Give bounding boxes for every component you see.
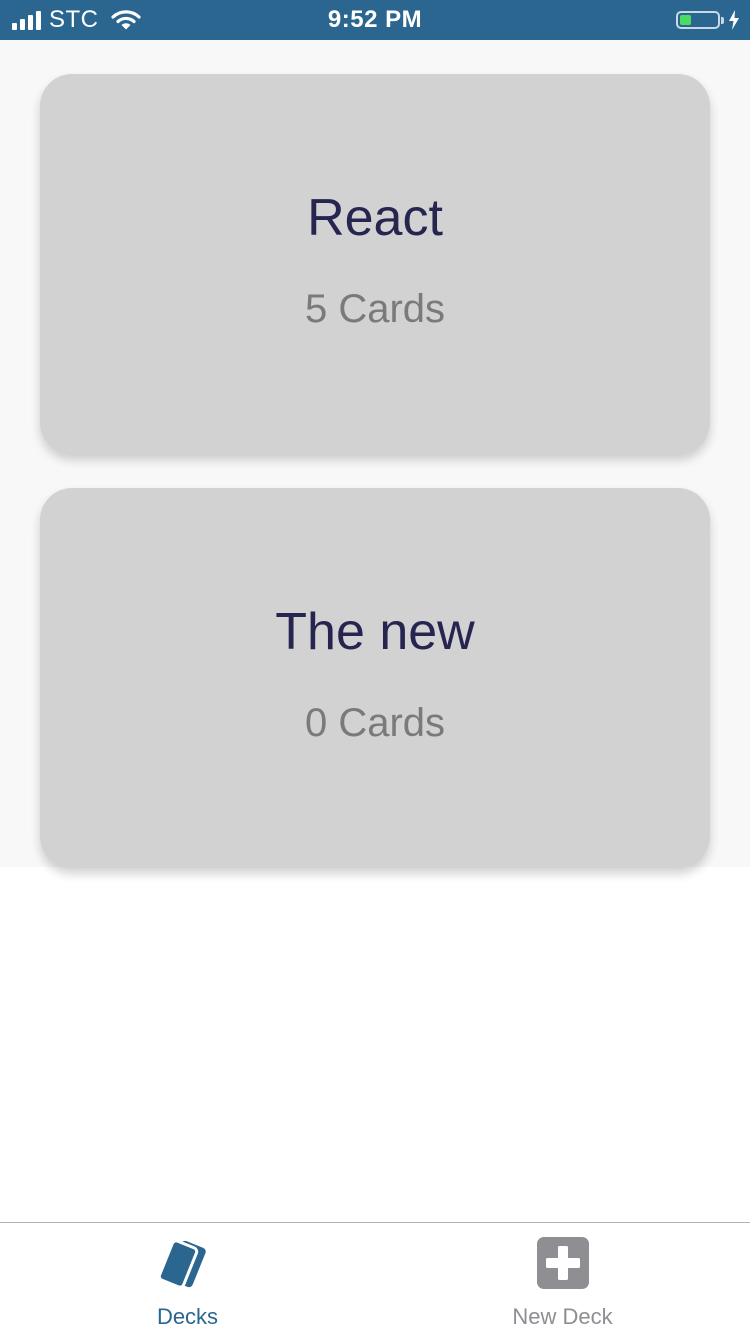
tab-decks[interactable]: Decks — [0, 1223, 375, 1334]
status-right — [676, 0, 740, 40]
tab-decks-label: Decks — [156, 1304, 219, 1329]
tab-new-deck[interactable]: New Deck — [375, 1223, 750, 1334]
tab-bar: Decks New Deck — [0, 1222, 750, 1334]
deck-card-count: 0 Cards — [304, 701, 446, 745]
deck-card[interactable]: The new 0 Cards — [40, 488, 710, 868]
status-bar: STC 9:52 PM — [0, 0, 750, 40]
deck-card[interactable]: React 5 Cards — [40, 74, 710, 454]
cards-icon — [0, 1237, 375, 1289]
status-time: 9:52 PM — [327, 6, 423, 33]
deck-list: React 5 Cards The new 0 Cards — [0, 40, 750, 868]
deck-title: The new — [275, 603, 475, 661]
plus-square-icon — [375, 1237, 750, 1289]
deck-card-count: 5 Cards — [304, 287, 446, 331]
charging-bolt-icon — [728, 10, 740, 30]
battery-level — [680, 15, 691, 25]
deck-title: React — [307, 189, 443, 247]
tab-new-deck-label: New Deck — [512, 1304, 613, 1329]
battery-icon — [676, 11, 724, 29]
